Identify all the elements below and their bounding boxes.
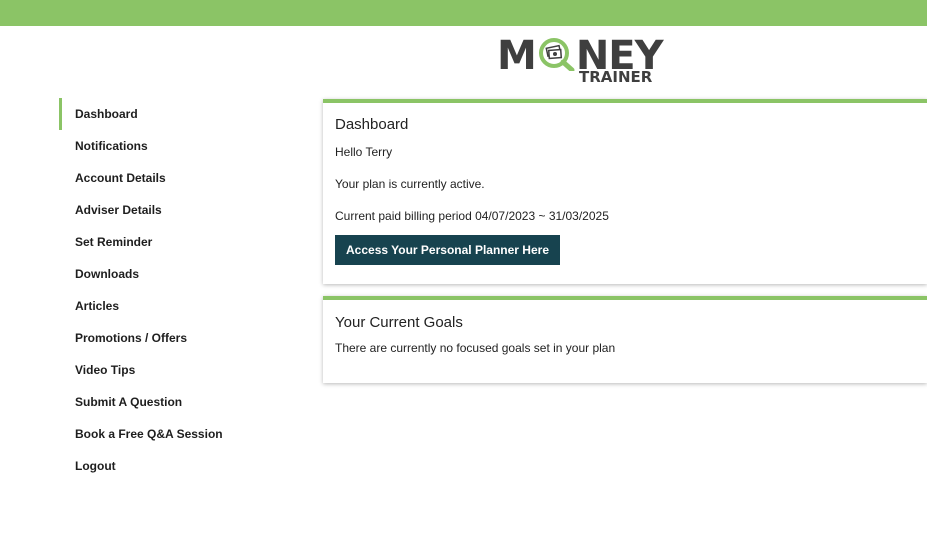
sidebar-item-submit-question[interactable]: Submit A Question — [59, 386, 289, 418]
logo-subtitle: TRAINER — [579, 68, 653, 86]
goals-title: Your Current Goals — [335, 314, 463, 331]
sidebar-item-logout[interactable]: Logout — [59, 450, 289, 482]
sidebar-item-dashboard[interactable]: Dashboard — [59, 98, 289, 130]
greeting-text: Hello Terry — [335, 145, 393, 159]
dashboard-title: Dashboard — [335, 116, 409, 133]
dashboard-card: Dashboard Hello Terry Your plan is curre… — [323, 99, 927, 284]
sidebar-item-adviser-details[interactable]: Adviser Details — [59, 194, 289, 226]
sidebar-item-notifications[interactable]: Notifications — [59, 130, 289, 162]
top-bar — [0, 0, 927, 26]
billing-period-text: Current paid billing period 04/07/2023 ~… — [335, 209, 609, 223]
sidebar-nav: Dashboard Notifications Account Details … — [59, 98, 289, 482]
plan-status-text: Your plan is currently active. — [335, 177, 485, 191]
current-goals-card: Your Current Goals There are currently n… — [323, 296, 927, 383]
sidebar-item-articles[interactable]: Articles — [59, 290, 289, 322]
access-planner-button[interactable]: Access Your Personal Planner Here — [335, 235, 560, 265]
goals-message: There are currently no focused goals set… — [335, 341, 616, 355]
magnifier-money-icon — [538, 38, 575, 71]
sidebar-item-account-details[interactable]: Account Details — [59, 162, 289, 194]
sidebar-item-downloads[interactable]: Downloads — [59, 258, 289, 290]
sidebar-item-book-qa-session[interactable]: Book a Free Q&A Session — [59, 418, 289, 450]
sidebar-item-promotions-offers[interactable]: Promotions / Offers — [59, 322, 289, 354]
sidebar-item-video-tips[interactable]: Video Tips — [59, 354, 289, 386]
sidebar-item-set-reminder[interactable]: Set Reminder — [59, 226, 289, 258]
money-trainer-logo[interactable]: M NEY TRAINER — [497, 34, 664, 90]
